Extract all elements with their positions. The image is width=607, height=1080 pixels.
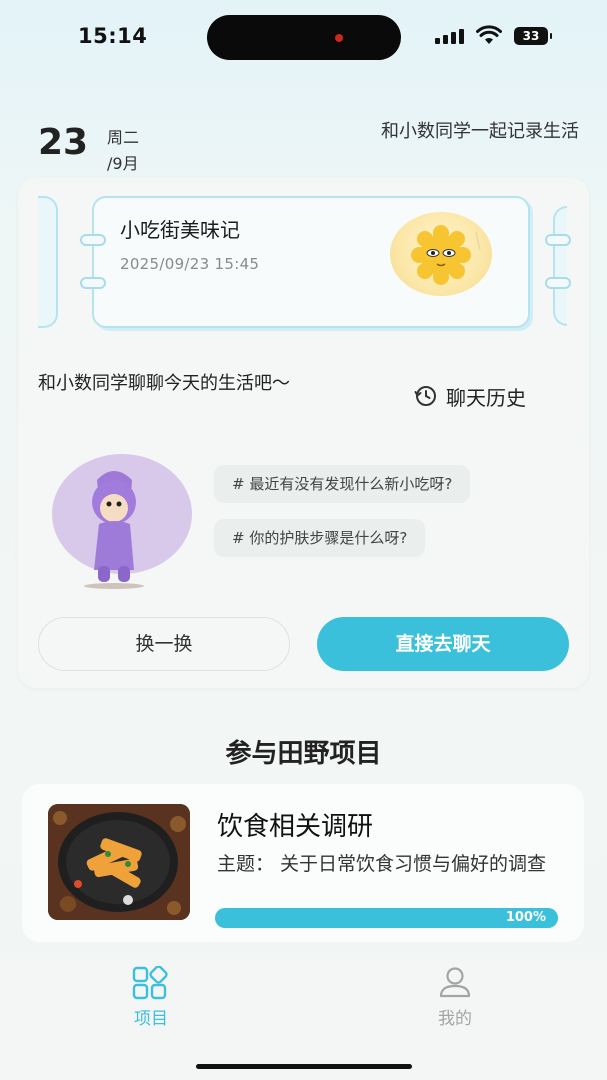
sun-sticker-icon [390, 212, 492, 296]
user-icon [439, 967, 471, 998]
project-thumbnail [48, 804, 190, 920]
home-indicator [196, 1064, 412, 1069]
diary-title: 小吃街美味记 [120, 218, 240, 242]
projects-section-title: 参与田野项目 [225, 739, 382, 769]
chat-history-link[interactable]: 聊天历史 [414, 382, 526, 410]
recording-dot-icon [335, 34, 343, 42]
notebook-ring-icon [80, 234, 106, 246]
chat-prompt: 和小数同学聊聊今天的生活吧～ [38, 373, 290, 394]
date-weekday: 周二 [107, 128, 140, 147]
project-progress-bar: 100% [215, 908, 558, 928]
history-clock-icon [414, 386, 436, 406]
tab-profile-label: 我的 [438, 1009, 472, 1029]
start-chat-button[interactable]: 直接去聊天 [317, 617, 569, 671]
diary-timestamp: 2025/09/23 15:45 [120, 255, 260, 273]
previous-diary-peek[interactable] [38, 196, 58, 328]
header-tagline: 和小数同学一起记录生活 [381, 121, 579, 142]
bottom-tab-bar [0, 952, 607, 1080]
chat-history-label: 聊天历史 [446, 385, 526, 410]
wifi-icon [476, 25, 502, 44]
notebook-ring-icon [80, 277, 106, 289]
status-time: 15:14 [78, 24, 148, 48]
dynamic-island [207, 15, 401, 60]
project-title: 饮食相关调研 [217, 812, 374, 842]
notebook-ring-icon [545, 277, 571, 289]
status-bar: 15:14 33 [0, 0, 607, 75]
battery-icon: 33 [514, 27, 552, 45]
grid-icon [132, 966, 168, 1000]
next-diary-peek[interactable] [553, 206, 567, 326]
tab-projects[interactable]: 项目 [106, 966, 196, 1030]
notebook-ring-icon [545, 234, 571, 246]
tab-projects-label: 项目 [134, 1009, 168, 1029]
mascot-illustration [42, 452, 192, 590]
cellular-signal-icon [435, 28, 465, 44]
date-month: /9月 [107, 154, 139, 173]
progress-text: 100% [505, 910, 546, 925]
topic-chip[interactable]: # 你的护肤步骤是什么呀? [214, 519, 426, 557]
shuffle-topics-button[interactable]: 换一换 [38, 617, 290, 671]
tab-profile[interactable]: 我的 [410, 966, 500, 1030]
date-day: 23 [38, 122, 89, 163]
project-description: 主题： 关于日常饮食习惯与偏好的调查 [217, 853, 547, 875]
topic-chip[interactable]: # 最近有没有发现什么新小吃呀? [214, 465, 471, 503]
